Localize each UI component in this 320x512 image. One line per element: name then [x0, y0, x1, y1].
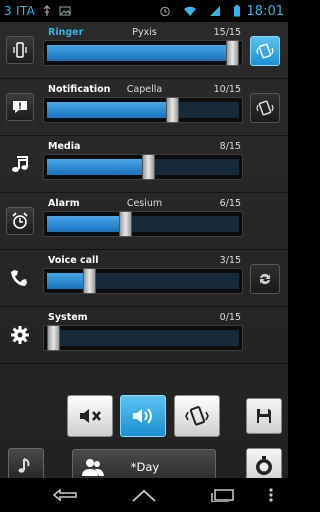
- slider-thumb[interactable]: [142, 154, 156, 180]
- slider-fill: [47, 45, 233, 61]
- gear-icon: [11, 326, 29, 344]
- stream-count: 15/15: [213, 27, 241, 38]
- carrier-label: 3 ITA: [4, 4, 36, 18]
- system-slider[interactable]: [43, 325, 243, 351]
- clock: 18:01: [246, 3, 284, 19]
- battery-icon: [233, 5, 240, 17]
- usb-icon: [43, 5, 51, 16]
- alarm-icon: [159, 6, 170, 17]
- stream-count: 3/15: [219, 255, 241, 266]
- sound-mode-button[interactable]: [120, 395, 166, 437]
- alarm-button[interactable]: [6, 207, 34, 235]
- stream-name: System: [48, 312, 88, 323]
- save-profile-button[interactable]: [246, 398, 282, 434]
- stream-row-media: Media 8/15: [0, 136, 288, 193]
- slider-fill: [47, 159, 149, 175]
- slider-thumb[interactable]: [47, 325, 60, 351]
- ringer-vibrate-button[interactable]: [250, 36, 280, 66]
- alarm-slider[interactable]: [43, 211, 243, 237]
- sync-icon: [260, 273, 270, 285]
- voice-call-slider[interactable]: [43, 268, 243, 294]
- stream-row-voice-call: Voice call 3/15: [0, 250, 288, 307]
- back-icon: [52, 488, 77, 502]
- floppy-icon: [257, 409, 271, 423]
- navigation-bar: [0, 478, 288, 512]
- media-slider[interactable]: [43, 154, 243, 180]
- stream-count: 10/15: [213, 84, 241, 95]
- link-toggle-button[interactable]: [250, 264, 280, 294]
- slider-fill: [47, 102, 173, 118]
- stream-count: 0/15: [219, 312, 241, 323]
- stream-name: Voice call: [48, 255, 99, 266]
- slider-thumb[interactable]: [226, 40, 239, 66]
- home-icon: [132, 489, 156, 502]
- notification-button[interactable]: [6, 93, 34, 121]
- photo-icon: [59, 6, 71, 16]
- stream-tone[interactable]: Cesium: [48, 198, 241, 209]
- vibrate-icon: [256, 43, 274, 59]
- slider-thumb[interactable]: [166, 97, 180, 123]
- stream-row-alarm: Alarm Cesium 6/15: [0, 193, 288, 250]
- silent-mode-button[interactable]: [67, 395, 113, 437]
- system-button[interactable]: [6, 321, 34, 349]
- stream-tone[interactable]: Pyxis: [48, 27, 241, 38]
- overflow-menu-button[interactable]: [259, 484, 283, 506]
- music-note-icon: [12, 156, 28, 172]
- notification-icon: [13, 101, 27, 113]
- vibrate-icon: [185, 406, 209, 426]
- stream-count: 6/15: [219, 198, 241, 209]
- ringer-button[interactable]: [6, 36, 34, 64]
- stream-tone[interactable]: Capella: [48, 84, 241, 95]
- slider-track: [47, 330, 239, 346]
- back-button[interactable]: [50, 484, 80, 506]
- slider-fill: [47, 216, 126, 232]
- media-button[interactable]: [6, 150, 34, 178]
- wifi-icon: [183, 6, 196, 16]
- slider-thumb[interactable]: [82, 268, 96, 294]
- ringer-icon: [13, 42, 27, 58]
- profile-name: *Day: [130, 460, 160, 474]
- home-button[interactable]: [129, 484, 159, 506]
- stream-row-ringer: Ringer Pyxis 15/15: [0, 22, 288, 79]
- music-note-icon: [18, 458, 30, 473]
- recent-apps-button[interactable]: [208, 484, 238, 506]
- phone-icon: [11, 270, 27, 286]
- stream-row-notification: Notification Capella 10/15: [0, 79, 288, 136]
- speaker-icon: [133, 408, 152, 424]
- notification-slider[interactable]: [43, 97, 243, 123]
- stream-name: Media: [48, 141, 81, 152]
- stream-count: 8/15: [219, 141, 241, 152]
- overflow-menu-icon: [269, 488, 273, 502]
- vibrate-mode-button[interactable]: [174, 395, 220, 437]
- mute-icon: [80, 409, 101, 423]
- alarm-clock-icon: [12, 212, 28, 229]
- notification-vibrate-button[interactable]: [250, 93, 280, 123]
- stream-row-system: System 0/15: [0, 307, 288, 364]
- voice-call-button[interactable]: [6, 264, 34, 292]
- slider-thumb[interactable]: [118, 211, 132, 237]
- volume-panel: Ringer Pyxis 15/15 Notification Capella …: [0, 22, 288, 485]
- timer-icon: [256, 456, 272, 475]
- ringer-slider[interactable]: [43, 40, 243, 66]
- signal-icon: [209, 6, 220, 16]
- status-bar: 3 ITA 18:01: [0, 0, 288, 22]
- vibrate-icon: [256, 100, 274, 116]
- recent-apps-icon: [211, 489, 234, 502]
